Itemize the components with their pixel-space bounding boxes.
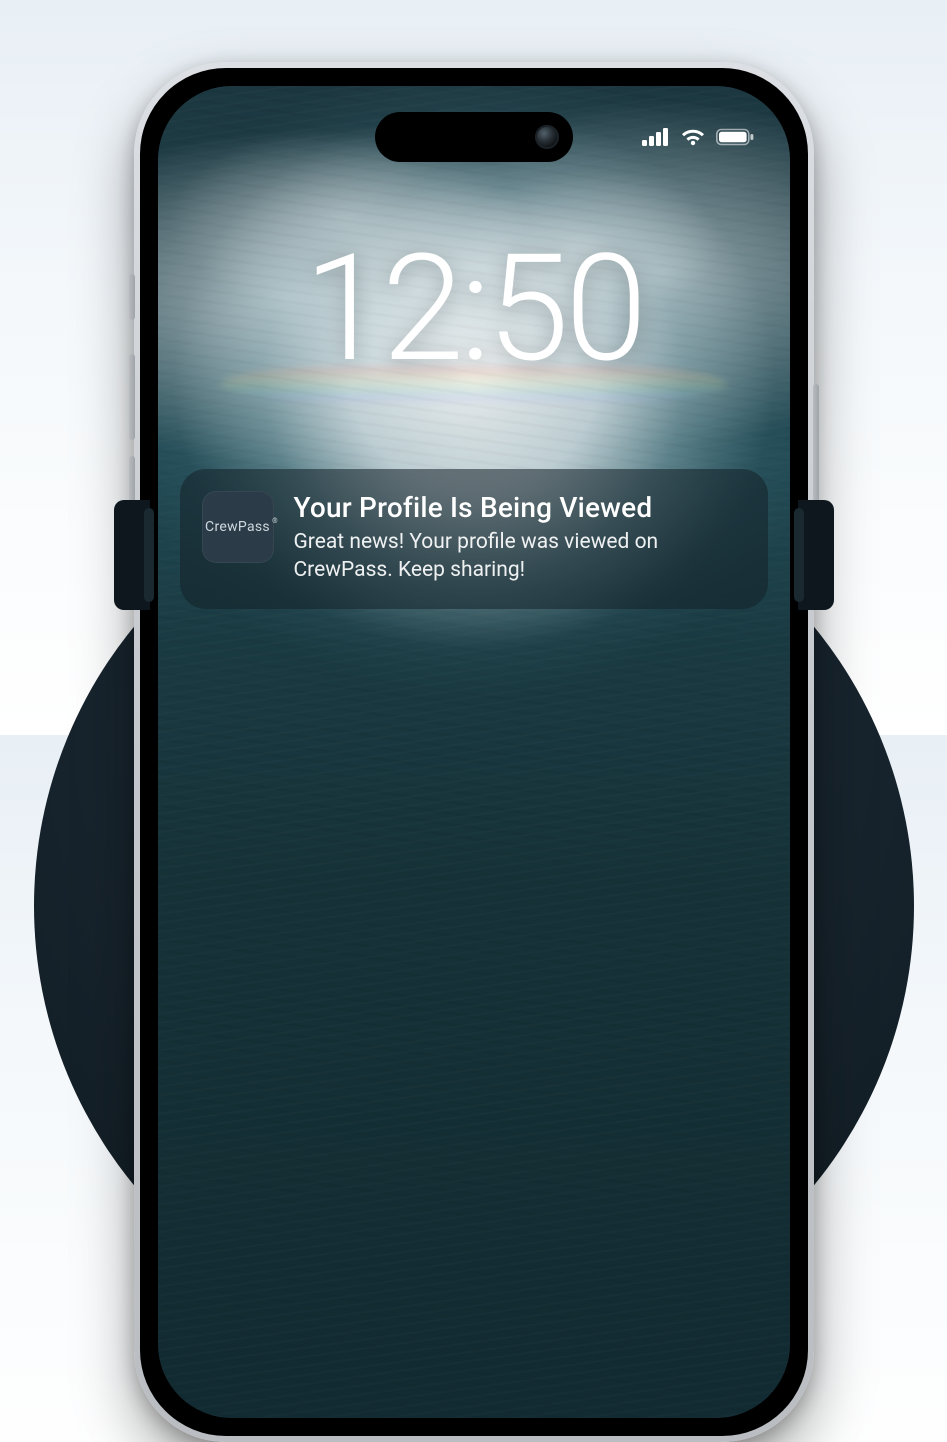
cellular-signal-icon — [642, 128, 670, 146]
front-camera-icon — [535, 125, 559, 149]
notification-banner[interactable]: CrewPass Your Profile Is Being Viewed Gr… — [180, 469, 768, 609]
stage: 12:50 CrewPass Your Profile Is Being Vie… — [0, 0, 947, 735]
battery-icon — [716, 128, 754, 146]
notification-app-name: CrewPass — [205, 519, 270, 535]
volume-up-button — [129, 354, 135, 440]
notification-content: Your Profile Is Being Viewed Great news!… — [294, 491, 746, 585]
phone-frame: 12:50 CrewPass Your Profile Is Being Vie… — [134, 62, 814, 1442]
silence-switch — [129, 274, 135, 320]
power-button — [813, 384, 819, 514]
notification-body: Great news! Your profile was viewed on C… — [294, 528, 714, 585]
lockscreen-clock: 12:50 — [158, 236, 790, 384]
notification-app-icon: CrewPass — [202, 491, 274, 563]
stand-arm-right — [798, 500, 834, 610]
stand-arm-left — [114, 500, 150, 610]
wifi-icon — [680, 128, 706, 146]
phone-bezel: 12:50 CrewPass Your Profile Is Being Vie… — [140, 68, 808, 1436]
notification-title: Your Profile Is Being Viewed — [294, 491, 746, 524]
dynamic-island — [375, 112, 573, 162]
phone-screen[interactable]: 12:50 CrewPass Your Profile Is Being Vie… — [158, 86, 790, 1418]
